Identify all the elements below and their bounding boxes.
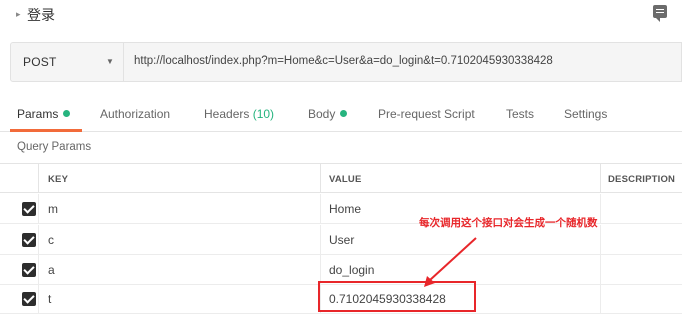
annotation-arrow-icon: [424, 237, 477, 287]
